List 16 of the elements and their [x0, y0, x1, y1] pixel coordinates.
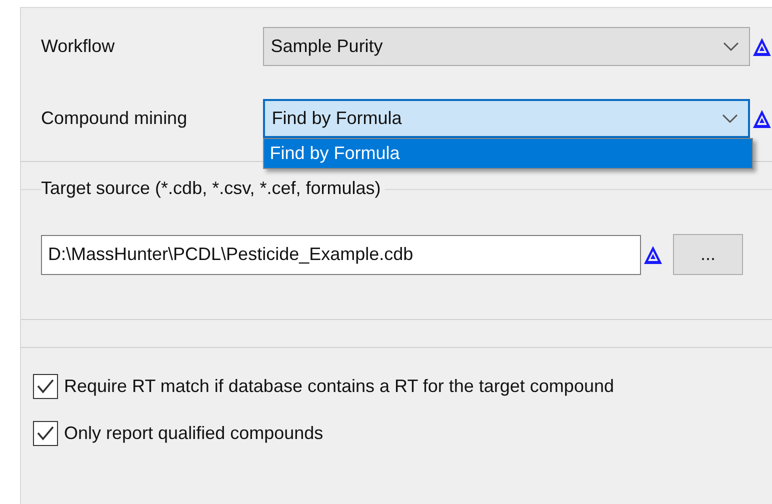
field-label: Compound mining	[40, 108, 188, 129]
checkbox-label: Require RT match if database contains a RT for the target compound	[64, 376, 614, 397]
warning-icon	[752, 108, 772, 128]
path-field[interactable]: D:\MassHunter\PCDL\Pesticide_Example.cdb	[41, 234, 641, 274]
chevron-icon	[722, 114, 738, 124]
dropdown-option[interactable]: Find by Formula	[264, 139, 752, 168]
group-title: Target source (*.cdb, *.csv, *.cef, formulas)	[41, 178, 385, 199]
checkbox-label: Only report qualified compounds	[64, 423, 324, 444]
checkbox[interactable]	[33, 421, 58, 446]
warning-icon	[643, 244, 663, 264]
field-label: Workflow	[40, 36, 116, 57]
chevron-icon	[723, 42, 740, 52]
warning-icon	[752, 36, 772, 56]
dropdown[interactable]: Sample Purity	[262, 27, 750, 66]
checkbox[interactable]	[33, 374, 58, 399]
browse-button[interactable]: ...	[673, 234, 743, 275]
